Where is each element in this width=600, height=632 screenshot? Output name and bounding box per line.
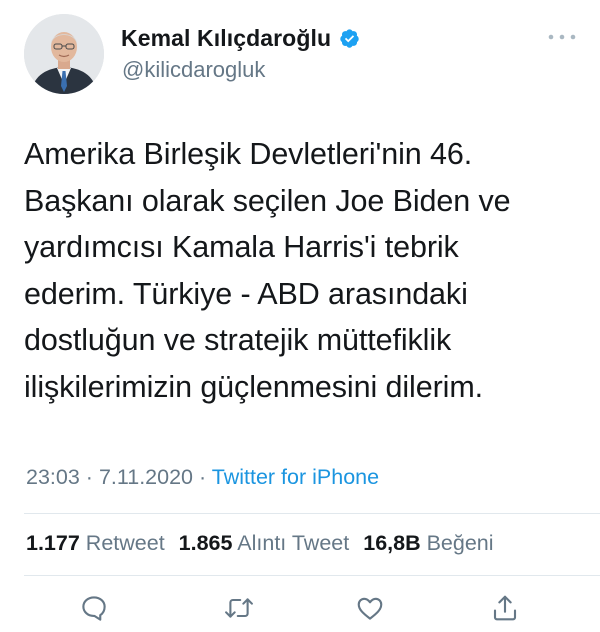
retweets-label: Retweet <box>85 531 165 555</box>
quotes-stat[interactable]: 1.865 Alıntı Tweet <box>179 531 350 556</box>
heart-icon <box>355 593 385 628</box>
verified-badge-icon <box>339 28 360 49</box>
retweets-count: 1.177 <box>26 531 80 555</box>
user-handle[interactable]: @kilicdarogluk <box>122 57 265 83</box>
quotes-label: Alıntı Tweet <box>237 531 350 555</box>
tweet-stats: 1.177 Retweet 1.865 Alıntı Tweet 16,8B B… <box>26 531 508 556</box>
display-name[interactable]: Kemal Kılıçdaroğlu <box>121 25 331 52</box>
tweet-text-line: ederim. Türkiye - ABD arasındaki <box>24 276 468 311</box>
reply-icon <box>79 593 109 628</box>
reply-button[interactable] <box>77 593 111 627</box>
more-options-icon[interactable] <box>547 30 577 42</box>
tweet-text-line: ilişkilerimizin güçlenmesini dilerim. <box>24 369 483 404</box>
retweets-stat[interactable]: 1.177 Retweet <box>26 531 165 556</box>
tweet-text-line: yardımcısı Kamala Harris'i tebrik <box>24 230 459 265</box>
divider <box>24 513 600 514</box>
divider <box>24 575 600 576</box>
retweet-icon <box>223 593 255 628</box>
tweet-date[interactable]: 7.11.2020 <box>99 465 193 489</box>
share-icon <box>490 593 520 628</box>
avatar[interactable] <box>24 14 104 94</box>
tweet-text-line: Amerika Birleşik Devletleri'nin 46. <box>24 137 473 171</box>
tweet-source-link[interactable]: Twitter for iPhone <box>212 465 379 489</box>
tweet-time[interactable]: 23:03 <box>26 465 80 489</box>
tweet-text-line: dostluğun ve stratejik müttefiklik <box>24 323 452 358</box>
share-button[interactable] <box>488 593 522 627</box>
tweet-meta: 23:03 · 7.11.2020 · Twitter for iPhone <box>26 465 379 490</box>
tweet-text: Amerika Birleşik Devletleri'nin 46. Başk… <box>24 131 584 411</box>
likes-stat[interactable]: 16,8B Beğeni <box>363 531 493 556</box>
retweet-button[interactable] <box>222 593 256 627</box>
like-button[interactable] <box>353 593 387 627</box>
tweet-text-line: Başkanı olarak seçilen Joe Biden ve <box>24 183 511 218</box>
likes-label: Beğeni <box>426 531 494 555</box>
meta-separator: · <box>85 465 93 489</box>
quotes-count: 1.865 <box>178 531 233 555</box>
meta-separator: · <box>199 465 207 489</box>
tweet-card: Kemal Kılıçdaroğlu @kilicdarogluk Amerik… <box>0 0 600 632</box>
likes-count: 16,8B <box>363 531 421 555</box>
user-name-row[interactable]: Kemal Kılıçdaroğlu <box>121 22 360 54</box>
